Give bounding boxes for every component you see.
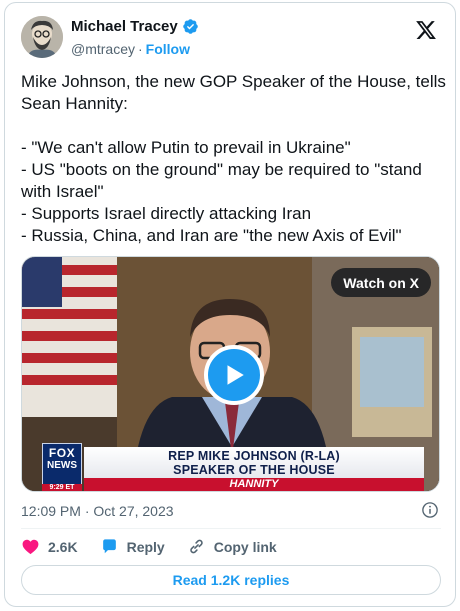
tweet-text: Mike Johnson, the new GOP Speaker of the… [21,72,446,245]
read-replies-button[interactable]: Read 1.2K replies [21,565,441,595]
copy-link-label: Copy link [213,538,277,555]
author-handle-row: @mtracey · Follow [71,41,190,57]
avatar[interactable] [21,16,63,58]
author-handle[interactable]: @mtracey [71,41,135,57]
link-icon [190,539,203,554]
heart-icon [22,539,39,555]
separator-dot: · [138,41,143,57]
like-count: 2.6K [48,538,78,555]
reply-button[interactable]: Reply [100,537,165,556]
play-icon [227,365,244,385]
network-name-line2: NEWS [47,460,77,471]
network-time: 9:29 ET [42,484,82,491]
author-name-row: Michael Tracey [71,18,199,35]
divider [21,528,441,529]
watch-on-x-button[interactable]: Watch on X [331,268,431,297]
lower-third-chyron: REP MIKE JOHNSON (R-LA) SPEAKER OF THE H… [84,447,424,478]
network-name-line1: FOX [48,446,76,460]
video-player[interactable]: Watch on X FOX NEWS 9:29 ET REP MIKE JOH… [21,256,440,492]
like-button[interactable]: 2.6K [21,537,78,556]
verified-badge-icon [182,19,198,34]
x-logo-icon[interactable] [415,19,437,41]
fox-news-logo: FOX NEWS [42,443,82,485]
copy-link-button[interactable]: Copy link [187,537,277,556]
chyron-name: REP MIKE JOHNSON (R-LA) [168,449,340,463]
follow-button[interactable]: Follow [146,41,190,57]
reply-label: Reply [126,538,165,555]
author-name[interactable]: Michael Tracey [71,18,178,35]
chyron-show-name: HANNITY [84,478,424,491]
play-button[interactable] [204,345,264,405]
tweet-actions: 2.6K Reply Copy link [21,537,299,556]
flag-image [22,257,117,417]
reply-bubble-icon [102,539,116,554]
info-icon[interactable] [421,501,439,519]
tweet-card: Michael Tracey @mtracey · Follow Mike Jo… [4,2,456,607]
chyron-title: SPEAKER OF THE HOUSE [173,463,335,477]
tweet-timestamp[interactable]: 12:09 PM · Oct 27, 2023 [21,503,174,519]
